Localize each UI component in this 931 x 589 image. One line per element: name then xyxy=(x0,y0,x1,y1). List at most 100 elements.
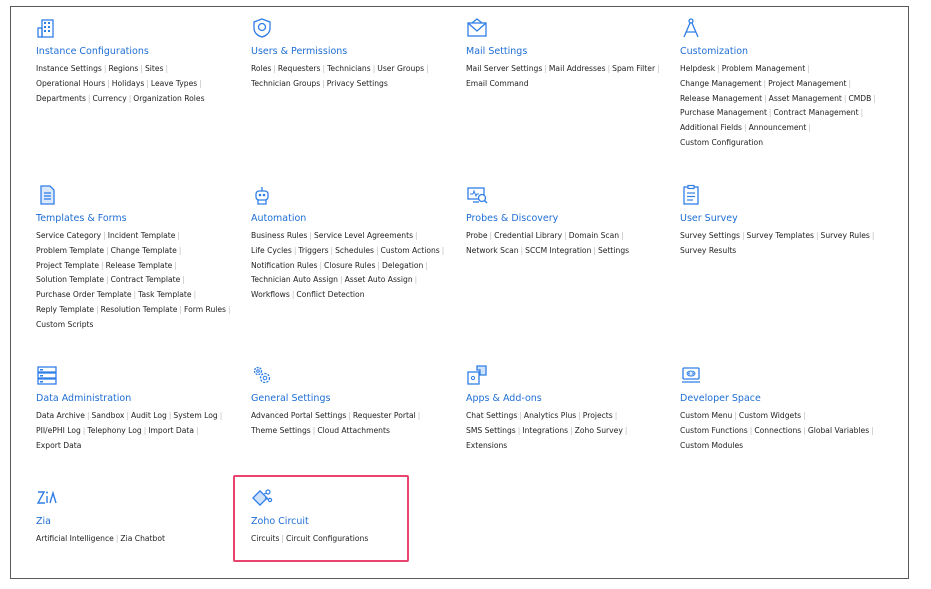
link-form-rules[interactable]: Form Rules xyxy=(184,305,226,314)
link-data-archive[interactable]: Data Archive xyxy=(36,411,85,420)
link-privacy-settings[interactable]: Privacy Settings xyxy=(327,79,388,88)
link-advanced-portal-settings[interactable]: Advanced Portal Settings xyxy=(251,411,346,420)
link-conflict-detection[interactable]: Conflict Detection xyxy=(296,290,364,299)
link-technician-auto-assign[interactable]: Technician Auto Assign xyxy=(251,275,338,284)
link-notification-rules[interactable]: Notification Rules xyxy=(251,261,317,270)
link-import-data[interactable]: Import Data xyxy=(148,426,194,435)
link-requester-portal[interactable]: Requester Portal xyxy=(353,411,416,420)
link-delegation[interactable]: Delegation xyxy=(382,261,423,270)
link-resolution-template[interactable]: Resolution Template xyxy=(101,305,178,314)
link-organization-roles[interactable]: Organization Roles xyxy=(133,94,204,103)
link-global-variables[interactable]: Global Variables xyxy=(808,426,869,435)
link-reply-template[interactable]: Reply Template xyxy=(36,305,94,314)
link-change-management[interactable]: Change Management xyxy=(680,79,762,88)
link-sccm-integration[interactable]: SCCM Integration xyxy=(525,246,591,255)
link-departments[interactable]: Departments xyxy=(36,94,86,103)
link-mail-server-settings[interactable]: Mail Server Settings xyxy=(466,64,542,73)
link-contract-management[interactable]: Contract Management xyxy=(773,108,858,117)
link-mail-addresses[interactable]: Mail Addresses xyxy=(549,64,606,73)
link-theme-settings[interactable]: Theme Settings xyxy=(251,426,311,435)
link-export-data[interactable]: Export Data xyxy=(36,441,81,450)
link-custom-menu[interactable]: Custom Menu xyxy=(680,411,732,420)
link-custom-modules[interactable]: Custom Modules xyxy=(680,441,743,450)
link-triggers[interactable]: Triggers xyxy=(298,246,328,255)
link-custom-widgets[interactable]: Custom Widgets xyxy=(739,411,801,420)
card-title[interactable]: Users & Permissions xyxy=(251,45,456,58)
link-purchase-order-template[interactable]: Purchase Order Template xyxy=(36,290,132,299)
link-probe[interactable]: Probe xyxy=(466,231,488,240)
link-project-template[interactable]: Project Template xyxy=(36,261,99,270)
link-leave-types[interactable]: Leave Types xyxy=(151,79,197,88)
link-helpdesk[interactable]: Helpdesk xyxy=(680,64,715,73)
card-title[interactable]: User Survey xyxy=(680,212,885,225)
link-project-management[interactable]: Project Management xyxy=(768,79,846,88)
link-operational-hours[interactable]: Operational Hours xyxy=(36,79,105,88)
link-sms-settings[interactable]: SMS Settings xyxy=(466,426,516,435)
link-schedules[interactable]: Schedules xyxy=(335,246,374,255)
link-change-template[interactable]: Change Template xyxy=(111,246,177,255)
link-system-log[interactable]: System Log xyxy=(173,411,217,420)
link-solution-template[interactable]: Solution Template xyxy=(36,275,104,284)
card-title[interactable]: Mail Settings xyxy=(466,45,671,58)
link-instance-settings[interactable]: Instance Settings xyxy=(36,64,102,73)
link-survey-results[interactable]: Survey Results xyxy=(680,246,736,255)
card-title[interactable]: General Settings xyxy=(251,392,456,405)
link-pii-ephi-log[interactable]: PII/ePHI Log xyxy=(36,426,81,435)
link-problem-management[interactable]: Problem Management xyxy=(722,64,805,73)
link-problem-template[interactable]: Problem Template xyxy=(36,246,104,255)
link-settings[interactable]: Settings xyxy=(598,246,629,255)
link-announcement[interactable]: Announcement xyxy=(749,123,807,132)
link-custom-actions[interactable]: Custom Actions xyxy=(381,246,440,255)
card-title[interactable]: Probes & Discovery xyxy=(466,212,671,225)
link-integrations[interactable]: Integrations xyxy=(522,426,568,435)
link-audit-log[interactable]: Audit Log xyxy=(131,411,167,420)
link-circuits[interactable]: Circuits xyxy=(251,534,279,543)
card-title[interactable]: Data Administration xyxy=(36,392,241,405)
link-business-rules[interactable]: Business Rules xyxy=(251,231,307,240)
link-spam-filter[interactable]: Spam Filter xyxy=(612,64,655,73)
card-title[interactable]: Automation xyxy=(251,212,456,225)
link-service-category[interactable]: Service Category xyxy=(36,231,101,240)
link-asset-management[interactable]: Asset Management xyxy=(769,94,842,103)
link-task-template[interactable]: Task Template xyxy=(138,290,191,299)
link-life-cycles[interactable]: Life Cycles xyxy=(251,246,292,255)
link-technician-groups[interactable]: Technician Groups xyxy=(251,79,320,88)
link-holidays[interactable]: Holidays xyxy=(112,79,145,88)
link-zia-chatbot[interactable]: Zia Chatbot xyxy=(120,534,165,543)
link-currency[interactable]: Currency xyxy=(92,94,126,103)
link-roles[interactable]: Roles xyxy=(251,64,271,73)
link-release-management[interactable]: Release Management xyxy=(680,94,762,103)
link-email-command[interactable]: Email Command xyxy=(466,79,529,88)
link-chat-settings[interactable]: Chat Settings xyxy=(466,411,517,420)
card-title[interactable]: Zia xyxy=(36,515,241,528)
card-title[interactable]: Templates & Forms xyxy=(36,212,241,225)
card-title[interactable]: Zoho Circuit xyxy=(251,515,456,528)
link-extensions[interactable]: Extensions xyxy=(466,441,507,450)
link-sandbox[interactable]: Sandbox xyxy=(92,411,125,420)
link-survey-rules[interactable]: Survey Rules xyxy=(821,231,870,240)
link-contract-template[interactable]: Contract Template xyxy=(111,275,181,284)
link-custom-functions[interactable]: Custom Functions xyxy=(680,426,748,435)
link-additional-fields[interactable]: Additional Fields xyxy=(680,123,742,132)
link-release-template[interactable]: Release Template xyxy=(106,261,173,270)
link-closure-rules[interactable]: Closure Rules xyxy=(324,261,375,270)
link-network-scan[interactable]: Network Scan xyxy=(466,246,519,255)
link-survey-settings[interactable]: Survey Settings xyxy=(680,231,740,240)
link-user-groups[interactable]: User Groups xyxy=(377,64,424,73)
link-asset-auto-assign[interactable]: Asset Auto Assign xyxy=(345,275,413,284)
card-title[interactable]: Developer Space xyxy=(680,392,885,405)
link-domain-scan[interactable]: Domain Scan xyxy=(569,231,619,240)
link-sites[interactable]: Sites xyxy=(145,64,164,73)
link-zoho-survey[interactable]: Zoho Survey xyxy=(575,426,623,435)
link-custom-scripts[interactable]: Custom Scripts xyxy=(36,320,94,329)
link-cloud-attachments[interactable]: Cloud Attachments xyxy=(317,426,390,435)
link-analytics-plus[interactable]: Analytics Plus xyxy=(524,411,576,420)
link-custom-configuration[interactable]: Custom Configuration xyxy=(680,138,763,147)
card-title[interactable]: Customization xyxy=(680,45,885,58)
card-title[interactable]: Apps & Add-ons xyxy=(466,392,671,405)
link-artificial-intelligence[interactable]: Artificial Intelligence xyxy=(36,534,114,543)
link-connections[interactable]: Connections xyxy=(754,426,801,435)
link-telephony-log[interactable]: Telephony Log xyxy=(87,426,141,435)
link-workflows[interactable]: Workflows xyxy=(251,290,290,299)
link-regions[interactable]: Regions xyxy=(108,64,138,73)
